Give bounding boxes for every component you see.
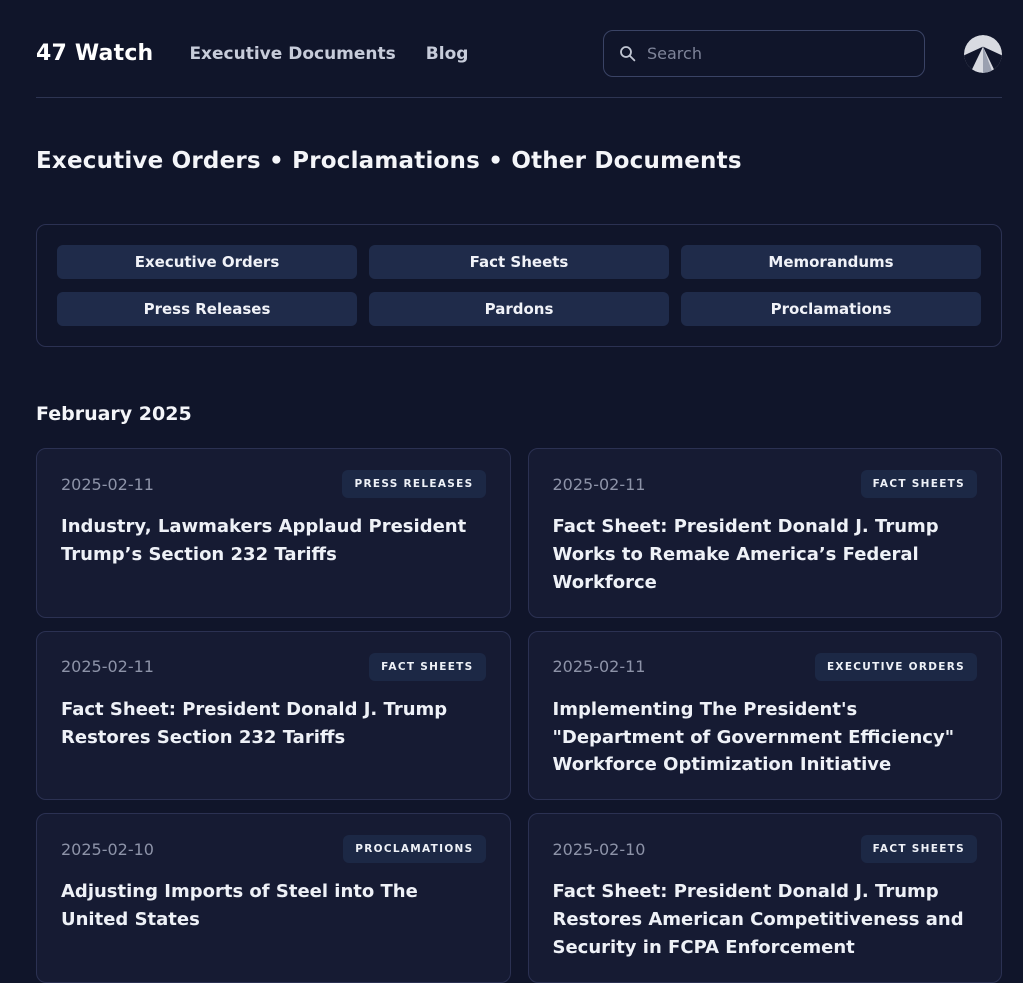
- card-title: Fact Sheet: President Donald J. Trump Re…: [61, 696, 486, 752]
- card-title: Fact Sheet: President Donald J. Trump Re…: [553, 878, 978, 962]
- site-header: 47 Watch Executive Documents Blog: [36, 0, 1002, 77]
- brand-logo-text[interactable]: 47 Watch: [36, 41, 153, 66]
- page-title: Executive Orders • Proclamations • Other…: [36, 148, 1002, 174]
- card-header: 2025-02-11 EXECUTIVE ORDERS: [553, 653, 978, 681]
- document-card[interactable]: 2025-02-10 PROCLAMATIONS Adjusting Impor…: [36, 813, 511, 983]
- card-title: Fact Sheet: President Donald J. Trump Wo…: [553, 513, 978, 597]
- document-card[interactable]: 2025-02-10 FACT SHEETS Fact Sheet: Presi…: [528, 813, 1003, 983]
- filter-panel: Executive Orders Fact Sheets Memorandums…: [36, 224, 1002, 347]
- search-box[interactable]: [603, 30, 925, 77]
- category-badge: FACT SHEETS: [861, 470, 977, 498]
- card-date: 2025-02-11: [61, 657, 154, 676]
- search-input[interactable]: [647, 44, 909, 63]
- card-title: Adjusting Imports of Steel into The Unit…: [61, 878, 486, 934]
- filter-button[interactable]: Proclamations: [681, 292, 981, 326]
- filter-button[interactable]: Pardons: [369, 292, 669, 326]
- filter-button[interactable]: Fact Sheets: [369, 245, 669, 279]
- document-card[interactable]: 2025-02-11 FACT SHEETS Fact Sheet: Presi…: [36, 631, 511, 801]
- avatar[interactable]: [964, 35, 1002, 73]
- nav-link[interactable]: Blog: [426, 44, 469, 64]
- card-date: 2025-02-10: [61, 840, 154, 859]
- section-heading: February 2025: [36, 403, 1002, 425]
- card-title: Implementing The President's "Department…: [553, 696, 978, 780]
- card-date: 2025-02-11: [553, 475, 646, 494]
- page-container: 47 Watch Executive Documents Blog: [36, 0, 1002, 983]
- category-badge: EXECUTIVE ORDERS: [815, 653, 977, 681]
- filter-button[interactable]: Press Releases: [57, 292, 357, 326]
- category-badge: FACT SHEETS: [369, 653, 485, 681]
- card-date: 2025-02-10: [553, 840, 646, 859]
- card-date: 2025-02-11: [553, 657, 646, 676]
- category-badge: FACT SHEETS: [861, 835, 977, 863]
- document-card[interactable]: 2025-02-11 FACT SHEETS Fact Sheet: Presi…: [528, 448, 1003, 618]
- card-title: Industry, Lawmakers Applaud President Tr…: [61, 513, 486, 569]
- search-icon: [619, 45, 636, 62]
- nav-link[interactable]: Executive Documents: [189, 44, 395, 64]
- category-badge: PRESS RELEASES: [342, 470, 485, 498]
- document-card[interactable]: 2025-02-11 PRESS RELEASES Industry, Lawm…: [36, 448, 511, 618]
- card-header: 2025-02-11 PRESS RELEASES: [61, 470, 486, 498]
- card-date: 2025-02-11: [61, 475, 154, 494]
- card-header: 2025-02-10 PROCLAMATIONS: [61, 835, 486, 863]
- document-card[interactable]: 2025-02-11 EXECUTIVE ORDERS Implementing…: [528, 631, 1003, 801]
- document-cards-grid: 2025-02-11 PRESS RELEASES Industry, Lawm…: [36, 448, 1002, 983]
- card-header: 2025-02-10 FACT SHEETS: [553, 835, 978, 863]
- filter-button[interactable]: Executive Orders: [57, 245, 357, 279]
- mountain-logo-icon: [964, 35, 1002, 73]
- main-nav: Executive Documents Blog: [189, 44, 468, 64]
- header-divider: [36, 97, 1002, 98]
- card-header: 2025-02-11 FACT SHEETS: [553, 470, 978, 498]
- filter-button[interactable]: Memorandums: [681, 245, 981, 279]
- card-header: 2025-02-11 FACT SHEETS: [61, 653, 486, 681]
- category-badge: PROCLAMATIONS: [343, 835, 485, 863]
